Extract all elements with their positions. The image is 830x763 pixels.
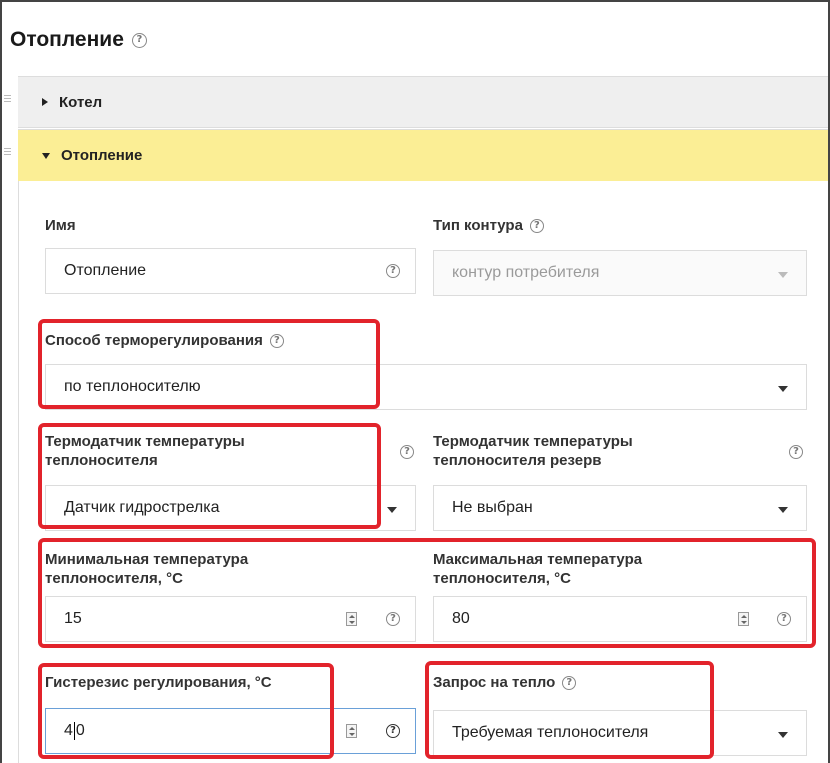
max-temp-label-line2: теплоносителя, °C (433, 570, 571, 587)
panel-heating[interactable]: Отопление (4, 129, 828, 181)
name-input[interactable]: Отопление ? (45, 248, 416, 294)
drag-handle-icon[interactable] (4, 148, 11, 155)
page-title-text: Отопление (10, 28, 124, 51)
regulation-method-value: по теплоносителю (64, 378, 201, 395)
sensor-reserve-label-line2: теплоносителя резерв (433, 452, 602, 469)
heat-request-label: Запрос на тепло ? (433, 673, 577, 692)
chevron-down-icon (387, 507, 397, 513)
heat-request-select[interactable]: Требуемая теплоносителя (433, 710, 807, 756)
text-cursor (73, 722, 75, 740)
panel-heating-label: Отопление (61, 147, 143, 164)
stepper-icon[interactable] (346, 612, 357, 626)
hysteresis-label: Гистерезис регулирования, °C (45, 673, 272, 692)
panel-boiler-label: Котел (59, 93, 103, 111)
sensor-label-line1: Термодатчик температуры (45, 433, 245, 450)
sensor-reserve-select[interactable]: Не выбран (433, 485, 807, 531)
help-icon[interactable]: ? (386, 612, 400, 626)
help-icon[interactable]: ? (777, 612, 791, 626)
help-icon[interactable]: ? (386, 724, 400, 738)
sensor-select[interactable]: Датчик гидрострелка (45, 485, 416, 531)
drag-handle-icon[interactable] (4, 95, 11, 102)
help-icon[interactable]: ? (789, 445, 803, 459)
chevron-down-icon (778, 272, 788, 278)
sensor-label: Термодатчик температуры теплоносителя (45, 432, 245, 470)
panel-boiler[interactable]: Котел (4, 76, 828, 128)
min-temp-label-line1: Минимальная температура (45, 551, 249, 568)
sensor-reserve-value: Не выбран (452, 499, 533, 516)
hysteresis-input[interactable]: 40 ? (45, 708, 416, 754)
heat-request-value: Требуемая теплоносителя (452, 724, 649, 741)
stepper-icon[interactable] (738, 612, 749, 626)
expand-arrow-icon (42, 98, 48, 106)
page-title: Отопление ? (10, 28, 147, 52)
name-label-text: Имя (45, 217, 76, 234)
sensor-label-line2: теплоносителя (45, 452, 158, 469)
chevron-down-icon (778, 386, 788, 392)
min-temp-input[interactable]: 15 ? (45, 596, 416, 642)
sensor-value: Датчик гидрострелка (64, 499, 220, 516)
regulation-method-select[interactable]: по теплоносителю (45, 364, 807, 410)
regulation-method-label: Способ терморегулирования ? (45, 331, 284, 350)
regulation-method-label-text: Способ терморегулирования (45, 332, 263, 349)
hysteresis-value-int: 4 (64, 722, 73, 739)
chevron-down-icon (778, 732, 788, 738)
hysteresis-value-frac: 0 (75, 722, 85, 739)
help-icon[interactable]: ? (269, 333, 284, 348)
circuit-type-label-text: Тип контура (433, 217, 523, 234)
min-temp-label-line2: теплоносителя, °C (45, 570, 183, 587)
help-icon[interactable]: ? (131, 32, 147, 48)
help-icon[interactable]: ? (400, 445, 414, 459)
help-icon[interactable]: ? (562, 675, 577, 690)
help-icon[interactable]: ? (386, 264, 400, 278)
heat-request-label-text: Запрос на тепло (433, 674, 556, 691)
sensor-reserve-label-line1: Термодатчик температуры (433, 433, 633, 450)
circuit-type-select: контур потребителя (433, 250, 807, 296)
min-temp-value: 15 (64, 610, 82, 627)
name-input-value: Отопление (64, 262, 147, 279)
panel-body-border (18, 181, 19, 763)
max-temp-label: Максимальная температура теплоносителя, … (433, 550, 642, 588)
name-label: Имя (45, 216, 76, 235)
stepper-icon[interactable] (346, 724, 357, 738)
circuit-type-value: контур потребителя (452, 264, 600, 281)
help-icon[interactable]: ? (529, 218, 544, 233)
circuit-type-label: Тип контура ? (433, 216, 544, 235)
max-temp-input[interactable]: 80 ? (433, 596, 807, 642)
max-temp-label-line1: Максимальная температура (433, 551, 643, 568)
collapse-arrow-icon (42, 152, 50, 159)
min-temp-label: Минимальная температура теплоносителя, °… (45, 550, 248, 588)
chevron-down-icon (778, 507, 788, 513)
max-temp-value: 80 (452, 610, 470, 627)
hysteresis-label-text: Гистерезис регулирования, °C (45, 674, 272, 691)
sensor-reserve-label: Термодатчик температуры теплоносителя ре… (433, 432, 633, 470)
